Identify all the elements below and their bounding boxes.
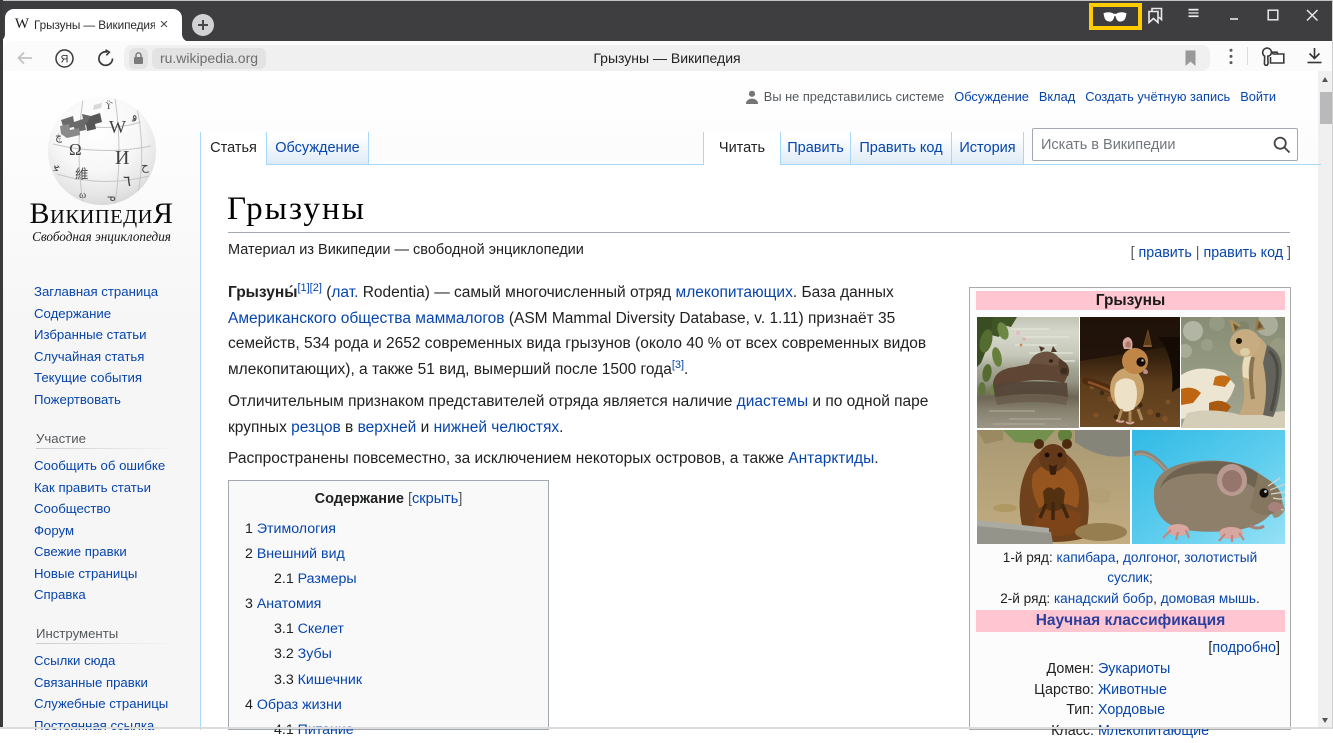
- svg-text:ܨ: ܨ: [53, 159, 60, 171]
- svg-text:ڿ: ڿ: [55, 131, 63, 143]
- svg-text:ۅ: ۅ: [131, 110, 137, 122]
- svg-text:W: W: [109, 117, 126, 137]
- svg-text:Ω: Ω: [69, 140, 82, 159]
- svg-text:ϔ: ϔ: [105, 100, 113, 112]
- svg-text:維: 維: [75, 167, 89, 182]
- svg-text:٦: ٦: [123, 174, 131, 190]
- svg-text:ح: ح: [141, 159, 149, 173]
- svg-text:Я: Я: [61, 53, 69, 65]
- svg-text:И: И: [115, 147, 129, 169]
